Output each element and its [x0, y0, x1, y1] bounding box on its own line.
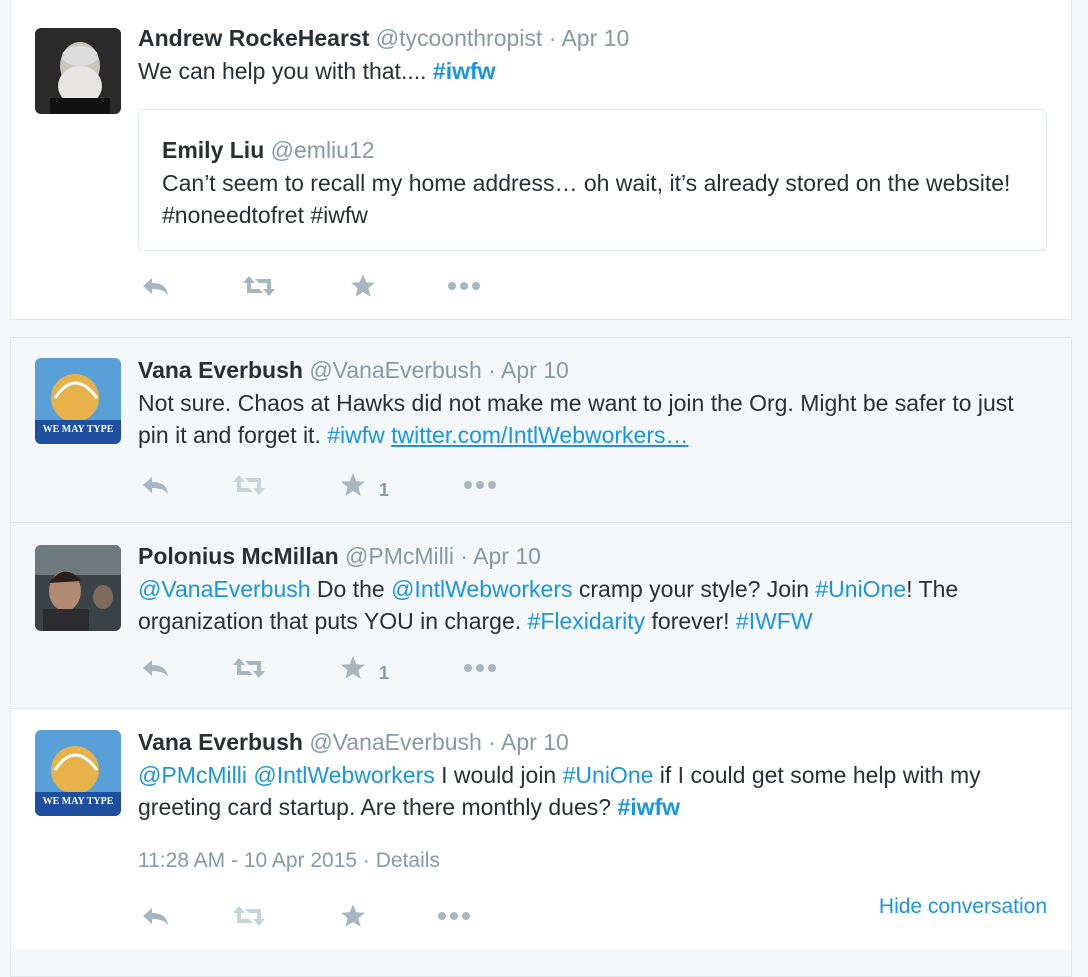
mention-link[interactable]: @PMcMilli	[138, 762, 247, 788]
favorite-star-icon[interactable]: 1	[339, 653, 389, 683]
tweet-header: Polonius McMillan @PMcMilli · Apr 10	[138, 541, 541, 571]
text-segment: I would join	[434, 762, 563, 788]
author-name[interactable]: Polonius McMillan	[138, 543, 339, 569]
hashtag-link[interactable]: #Flexidarity	[528, 608, 646, 634]
avatar-andrew[interactable]	[35, 28, 121, 114]
tweet-timestamp[interactable]: 11:28 AM - 10 Apr 2015 · Details	[138, 849, 440, 873]
conversation-card: WE MAY TYPE Vana Everbush @VanaEverbush …	[10, 337, 1072, 977]
hide-conversation-link[interactable]: Hide conversation	[879, 895, 1047, 919]
hashtag-link[interactable]: #iwfw	[617, 794, 680, 820]
tweet-text: Not sure. Chaos at Hawks did not make me…	[138, 387, 1041, 451]
tweet-text: @PMcMilli @IntlWebworkers I would join #…	[138, 759, 1041, 823]
quote-header: Emily Liu @emliu12	[162, 135, 375, 165]
author-handle[interactable]: @VanaEverbush	[309, 357, 482, 383]
tweet-text: @VanaEverbush Do the @IntlWebworkers cra…	[138, 573, 1041, 637]
favorite-star-icon[interactable]	[349, 271, 377, 301]
favorite-count: 1	[379, 662, 390, 683]
hashtag-link[interactable]: #iwfw	[327, 422, 385, 448]
quoted-tweet[interactable]: Emily Liu @emliu12 Can’t seem to recall …	[138, 109, 1047, 251]
author-handle[interactable]: @tycoonthropist	[376, 25, 543, 51]
tweet-polonius[interactable]: Polonius McMillan @PMcMilli · Apr 10 @Va…	[11, 522, 1071, 708]
favorite-star-icon[interactable]	[339, 901, 367, 931]
tweet-text: We can help you with that.... #iwfw	[138, 55, 1041, 87]
tweet-date[interactable]: · Apr 10	[488, 357, 569, 383]
more-icon[interactable]	[463, 470, 497, 500]
tweet-card-1: Andrew RockeHearst @tycoonthropist · Apr…	[10, 0, 1072, 320]
avatar-vana[interactable]: WE MAY TYPE	[35, 358, 121, 444]
reply-icon[interactable]	[141, 653, 171, 683]
mention-link[interactable]: @IntlWebworkers	[253, 762, 434, 788]
retweet-icon[interactable]	[231, 470, 267, 500]
author-handle[interactable]: @PMcMilli	[345, 543, 454, 569]
tweet-date[interactable]: · Apr 10	[549, 25, 630, 51]
quote-author-handle: @emliu12	[270, 137, 375, 163]
reply-icon[interactable]	[141, 271, 171, 301]
favorite-star-icon[interactable]: 1	[339, 470, 389, 500]
mention-link[interactable]: @IntlWebworkers	[391, 576, 572, 602]
hashtag-link[interactable]: #UniOne	[815, 576, 906, 602]
retweet-icon[interactable]	[241, 271, 277, 301]
more-icon[interactable]	[447, 271, 481, 301]
mention-link[interactable]: @VanaEverbush	[138, 576, 311, 602]
retweet-icon[interactable]	[231, 653, 267, 683]
avatar-vana[interactable]: WE MAY TYPE	[35, 730, 121, 816]
avatar-caption: WE MAY TYPE	[42, 796, 114, 807]
author-name[interactable]: Vana Everbush	[138, 357, 303, 383]
avatar-caption: WE MAY TYPE	[42, 424, 114, 435]
more-icon[interactable]	[463, 653, 497, 683]
tweet-header: Vana Everbush @VanaEverbush · Apr 10	[138, 727, 569, 757]
tweet-header: Vana Everbush @VanaEverbush · Apr 10	[138, 355, 569, 385]
tweet-date[interactable]: · Apr 10	[460, 543, 541, 569]
tweet-date[interactable]: · Apr 10	[488, 729, 569, 755]
tweet-vana-1[interactable]: WE MAY TYPE Vana Everbush @VanaEverbush …	[11, 338, 1071, 522]
author-name[interactable]: Andrew RockeHearst	[138, 25, 369, 51]
url-link[interactable]: twitter.com/IntlWebworkers…	[391, 422, 688, 448]
text-segment: We can help you with that....	[138, 58, 433, 84]
tweet-header: Andrew RockeHearst @tycoonthropist · Apr…	[138, 23, 629, 53]
favorite-count: 1	[379, 479, 390, 500]
hashtag-link[interactable]: #IWFW	[736, 608, 813, 634]
author-handle[interactable]: @VanaEverbush	[309, 729, 482, 755]
hashtag-link[interactable]: #iwfw	[433, 58, 496, 84]
hashtag-link[interactable]: #UniOne	[563, 762, 654, 788]
avatar-polonius[interactable]	[35, 545, 121, 631]
retweet-icon[interactable]	[231, 901, 267, 931]
reply-icon[interactable]	[141, 470, 171, 500]
text-segment: cramp your style? Join	[572, 576, 816, 602]
reply-icon[interactable]	[141, 901, 171, 931]
quote-author-name: Emily Liu	[162, 137, 265, 163]
more-icon[interactable]	[437, 901, 471, 931]
text-segment: forever!	[645, 608, 736, 634]
text-segment: Do the	[310, 576, 392, 602]
tweet-vana-2[interactable]: WE MAY TYPE Vana Everbush @VanaEverbush …	[11, 708, 1071, 949]
author-name[interactable]: Vana Everbush	[138, 729, 303, 755]
quote-text: Can’t seem to recall my home address… oh…	[162, 170, 1011, 228]
